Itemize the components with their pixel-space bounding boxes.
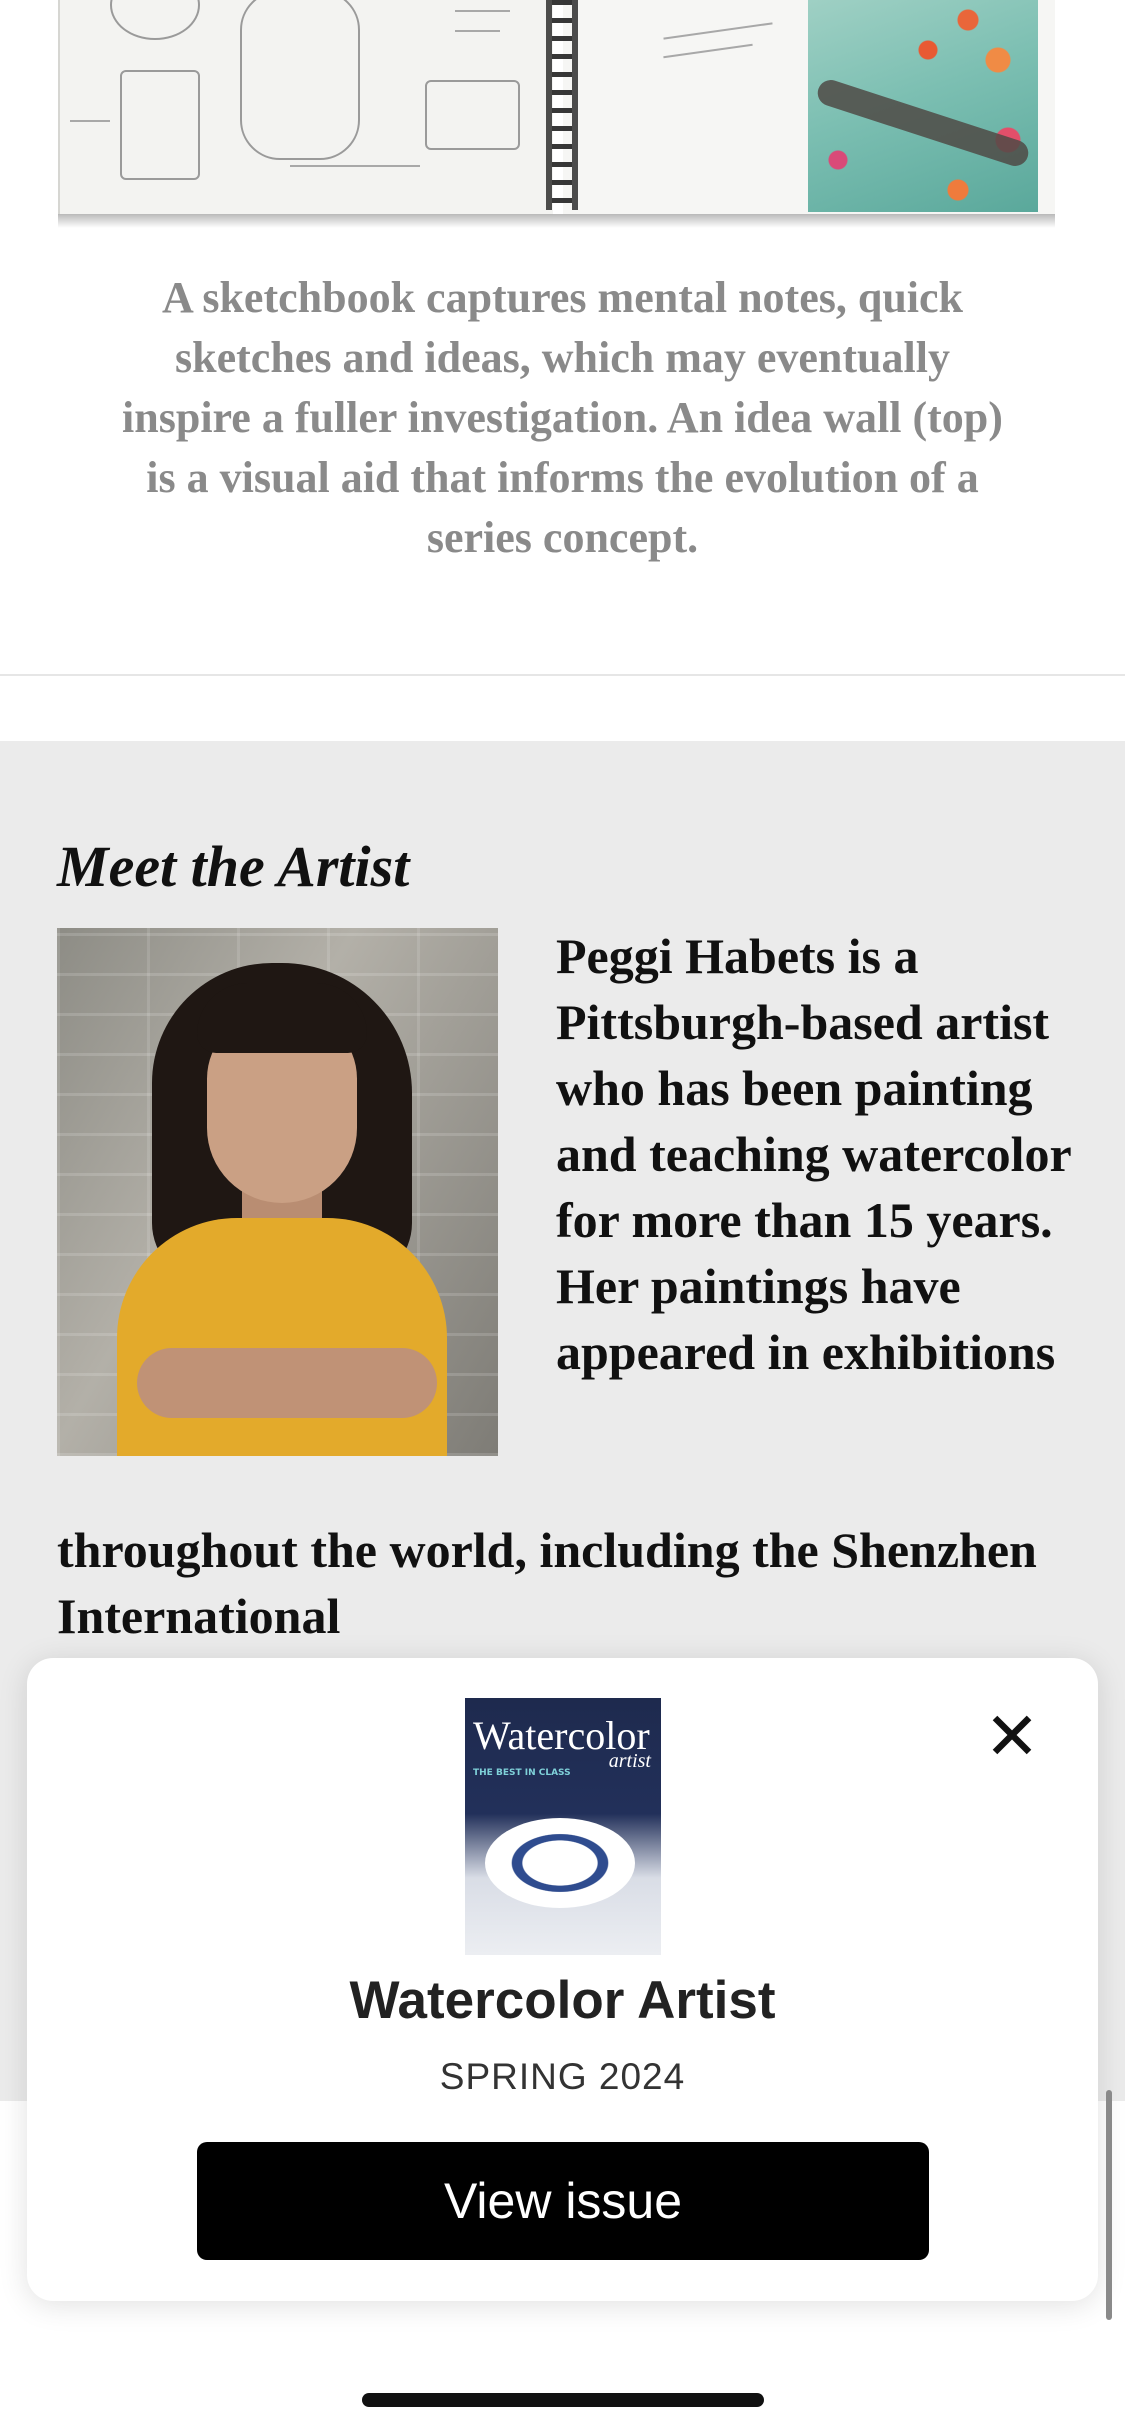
section-title: Meet the Artist	[57, 834, 410, 899]
image-caption: A sketchbook captures mental notes, quic…	[122, 273, 1003, 562]
issue-popup: Watercolor artist THE BEST IN CLASS ✕ Wa…	[27, 1658, 1098, 2301]
cover-subtitle: artist	[608, 1750, 651, 1772]
divider	[0, 674, 1125, 676]
spiral-binding	[546, 0, 578, 210]
portrait-bangs	[197, 983, 367, 1053]
teapot-illustration	[485, 1818, 635, 1908]
magazine-cover[interactable]: Watercolor artist THE BEST IN CLASS	[465, 1698, 661, 1955]
sketch-doodle	[120, 70, 200, 180]
scrollbar[interactable]	[1106, 2090, 1112, 2320]
magazine-title: Watercolor Artist	[349, 1971, 776, 2030]
sketch-scribble	[455, 10, 510, 12]
portrait-shirt	[117, 1218, 447, 1456]
cover-tag: THE BEST IN CLASS	[473, 1768, 571, 1778]
close-icon[interactable]: ✕	[977, 1702, 1047, 1772]
sketch-scribble	[663, 43, 753, 59]
view-issue-button[interactable]: View issue	[197, 2142, 929, 2260]
sketchbook-image	[58, 0, 1055, 222]
artist-bio-continued: throughout the world, including the Shen…	[57, 1522, 1037, 1644]
home-indicator[interactable]	[362, 2393, 764, 2407]
sketch-scribble	[663, 22, 773, 40]
sketch-scribble	[70, 120, 110, 122]
issue-label: SPRING 2024	[439, 2056, 686, 2097]
sketch-doodle	[240, 0, 360, 160]
image-shadow	[58, 214, 1055, 228]
artist-portrait	[57, 928, 498, 1456]
sketch-scribble	[455, 30, 500, 32]
sketch-doodle	[425, 80, 520, 150]
sketchbook-left-page	[58, 0, 553, 215]
sketch-doodle	[110, 0, 200, 40]
artist-bio-side: Peggi Habets is a Pittsburgh-based artis…	[556, 928, 1071, 1380]
portrait-arms	[137, 1348, 437, 1418]
sketch-scribble	[290, 165, 420, 167]
